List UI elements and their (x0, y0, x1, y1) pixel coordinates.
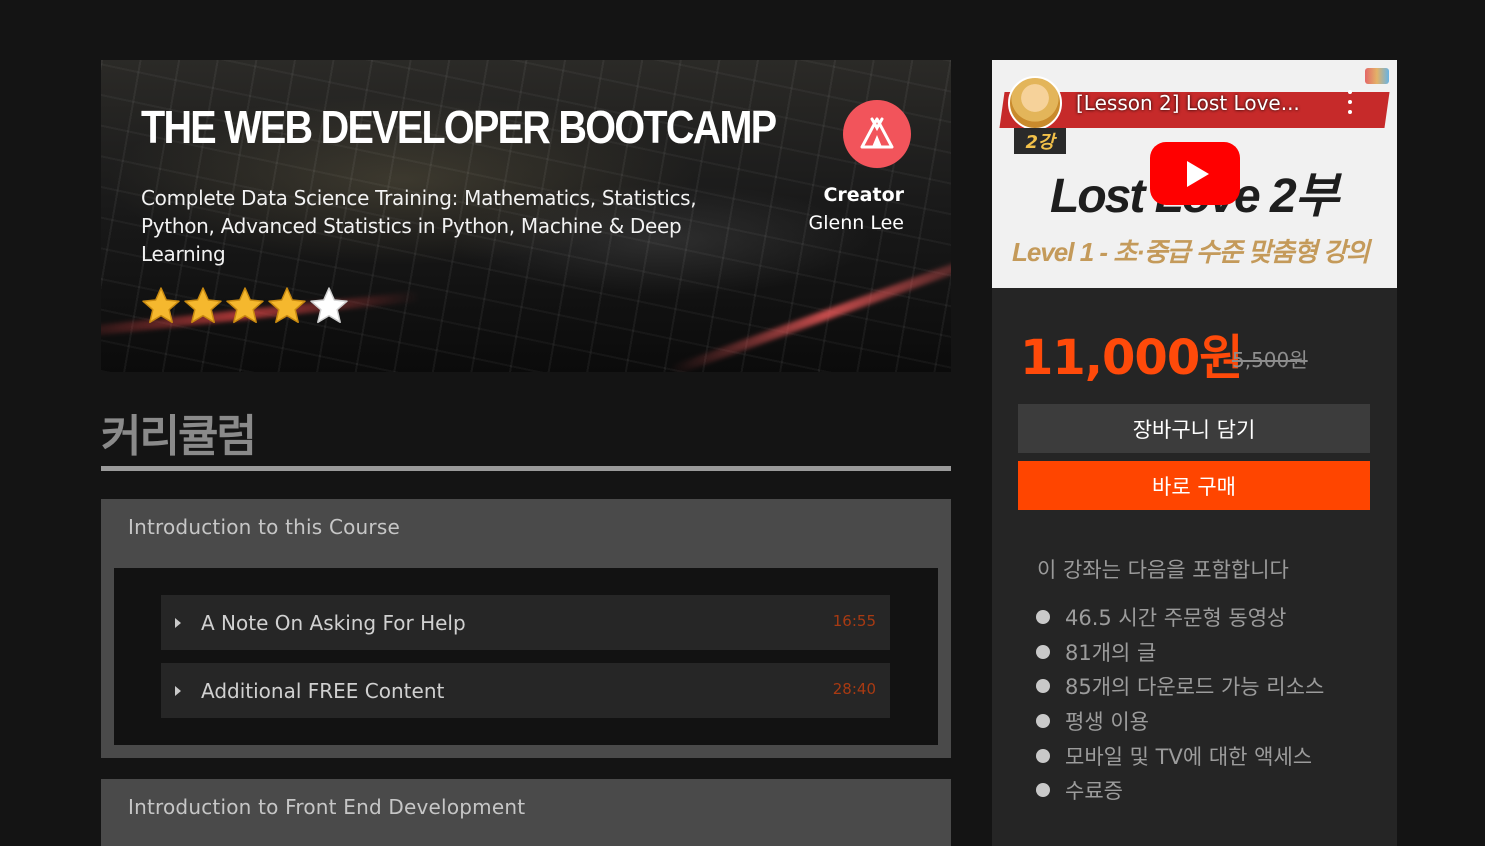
star-filled-icon (142, 287, 180, 324)
curriculum-section[interactable]: Introduction to Front End Development (101, 779, 951, 846)
current-price: 11,000원 (1020, 330, 1243, 386)
bullet-icon (1036, 783, 1050, 798)
bullet-icon (1036, 610, 1050, 625)
list-item: 모바일 및 TV에 대한 액세스 (1036, 738, 1324, 773)
caret-right-icon (175, 617, 181, 628)
lesson-tag: 2강 (1014, 128, 1066, 154)
lecture-duration: 16:55 (832, 612, 876, 630)
purchase-sidebar: [Lesson 2] Lost Love... 2강 Lost Love 2부 … (992, 60, 1397, 846)
add-to-cart-button[interactable]: 장바구니 담기 (1018, 404, 1370, 453)
play-icon (1187, 160, 1209, 187)
course-hero: The Web Developer Bootcamp Complete Data… (101, 60, 951, 372)
list-item: 46.5 시간 주문형 동영상 (1036, 600, 1324, 635)
caret-right-icon (175, 685, 181, 696)
star-filled-icon (268, 287, 306, 324)
lecture-duration: 28:40 (832, 680, 876, 698)
star-empty-icon (310, 287, 348, 324)
course-title: The Web Developer Bootcamp (141, 101, 777, 153)
bullet-icon (1036, 748, 1050, 763)
list-item: 81개의 글 (1036, 635, 1324, 670)
creator-name[interactable]: Glenn Lee (809, 212, 904, 234)
list-item: 수료증 (1036, 773, 1324, 808)
tent-icon (860, 117, 894, 149)
star-filled-icon (226, 287, 264, 324)
section-title[interactable]: Introduction to this Course (128, 515, 400, 539)
star-rating (141, 286, 349, 326)
curriculum-heading: 커리큘럼 (101, 411, 257, 462)
list-item: 85개의 다운로드 가능 리소스 (1036, 669, 1324, 704)
buy-now-button[interactable]: 바로 구매 (1018, 461, 1370, 510)
star-filled-icon (184, 287, 222, 324)
video-level-text: Level 1 - 초·중급 수준 맞춤형 강의 (1012, 237, 1370, 267)
video-title[interactable]: [Lesson 2] Lost Love... (1076, 91, 1300, 115)
section-title[interactable]: Introduction to Front End Development (128, 795, 525, 819)
list-item: 평생 이용 (1036, 704, 1324, 739)
creator-label: Creator (823, 184, 904, 206)
lecture-title: Additional FREE Content (201, 678, 445, 703)
lecture-list: A Note On Asking For Help 16:55 Addition… (114, 568, 938, 745)
lecture-item[interactable]: A Note On Asking For Help 16:55 (161, 595, 890, 650)
preview-video[interactable]: [Lesson 2] Lost Love... 2강 Lost Love 2부 … (992, 60, 1397, 288)
original-price: 5,500원 (1232, 348, 1308, 372)
bullet-icon (1036, 679, 1050, 694)
curriculum-divider (101, 466, 951, 471)
lecture-item[interactable]: Additional FREE Content 28:40 (161, 663, 890, 718)
youtube-play-button[interactable] (1150, 142, 1240, 205)
lecture-title: A Note On Asking For Help (201, 610, 466, 635)
channel-logo (1365, 68, 1389, 84)
curriculum-section[interactable]: Introduction to this Course A Note On As… (101, 499, 951, 758)
more-options-icon[interactable] (1347, 90, 1353, 114)
course-subtitle: Complete Data Science Training: Mathemat… (141, 186, 697, 266)
creator-logo[interactable] (843, 100, 911, 168)
bullet-icon (1036, 714, 1050, 729)
includes-list: 46.5 시간 주문형 동영상 81개의 글 85개의 다운로드 가능 리소스 … (1036, 600, 1324, 808)
bullet-icon (1036, 644, 1050, 659)
channel-avatar[interactable] (1008, 76, 1062, 130)
includes-heading: 이 강좌는 다음을 포함합니다 (1037, 558, 1289, 582)
